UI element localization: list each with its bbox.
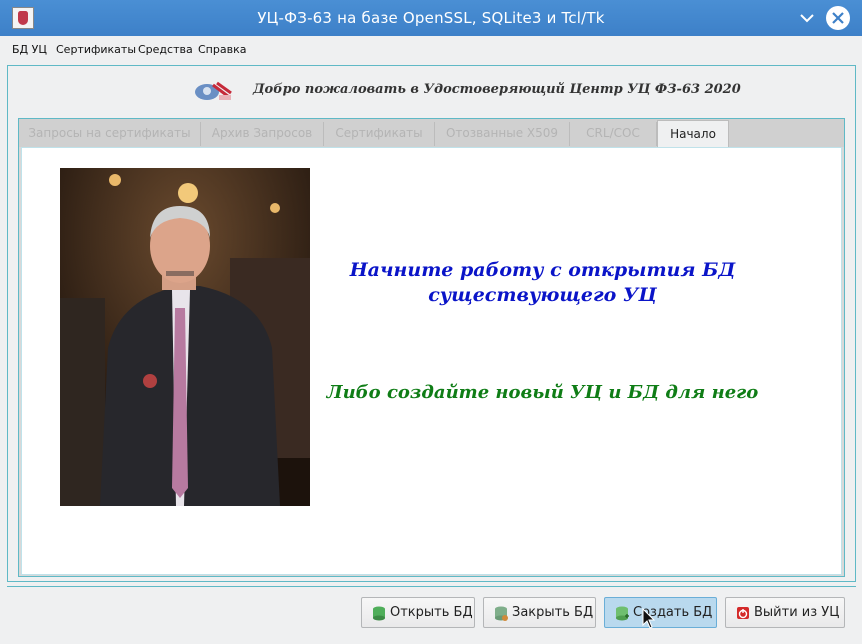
tab-requests[interactable]: Запросы на сертификаты: [19, 122, 201, 146]
welcome-header: Добро пожаловать в Удостоверяющий Центр …: [193, 79, 753, 105]
mouse-cursor-icon: [642, 608, 656, 629]
create-db-hint: Либо создайте новый УЦ и БД для него: [326, 382, 759, 403]
menu-help[interactable]: Справка: [198, 43, 246, 56]
open-db-button[interactable]: Открыть БД: [361, 597, 475, 628]
tab-notebook: Запросы на сертификаты Архив Запросов Се…: [18, 118, 845, 577]
ca-logo-icon: [195, 81, 232, 100]
close-icon[interactable]: [826, 6, 850, 30]
window-title: УЦ-ФЗ-63 на базе OpenSSL, SQLite3 и Tcl/…: [257, 9, 605, 27]
create-db-button[interactable]: Создать БД: [604, 597, 717, 628]
database-close-icon: [495, 606, 508, 621]
tab-certificates[interactable]: Сертификаты: [324, 122, 435, 146]
tab-start[interactable]: Начало: [657, 120, 729, 147]
title-bar: УЦ-ФЗ-63 на базе OpenSSL, SQLite3 и Tcl/…: [0, 0, 862, 36]
menu-bar: БД УЦ Сертификаты Средства Справка: [0, 36, 862, 62]
button-bar: Открыть БД Закрыть БД Создать БД Выйти и…: [7, 586, 856, 636]
minimize-icon[interactable]: [797, 8, 817, 28]
tab-requests-archive[interactable]: Архив Запросов: [201, 122, 324, 146]
open-db-hint-line1: Начните работу с открытия БД: [349, 259, 736, 281]
open-db-hint: Начните работу с открытия БД существующе…: [302, 258, 783, 308]
open-db-label: Открыть БД: [390, 605, 473, 620]
exit-icon: [737, 607, 749, 619]
main-frame: Добро пожаловать в Удостоверяющий Центр …: [7, 65, 856, 582]
database-add-icon: [616, 606, 629, 621]
database-icon: [373, 606, 385, 621]
tab-crl[interactable]: CRL/СОС: [570, 122, 657, 146]
start-page: Начните работу с открытия БД существующе…: [21, 147, 842, 575]
menu-certificates[interactable]: Сертификаты: [56, 43, 136, 56]
tab-bar: Запросы на сертификаты Архив Запросов Се…: [19, 119, 844, 147]
menu-tools[interactable]: Средства: [138, 43, 193, 56]
tab-revoked[interactable]: Отозванные X509: [435, 122, 570, 146]
exit-label: Выйти из УЦ: [754, 605, 840, 620]
close-db-label: Закрыть БД: [512, 605, 594, 620]
exit-button[interactable]: Выйти из УЦ: [725, 597, 845, 628]
welcome-text: Добро пожаловать в Удостоверяющий Центр …: [253, 82, 741, 97]
menu-db[interactable]: БД УЦ: [12, 43, 47, 56]
open-db-hint-line2: существующего УЦ: [428, 284, 657, 306]
close-db-button[interactable]: Закрыть БД: [483, 597, 596, 628]
portrait-photo: [60, 168, 310, 506]
